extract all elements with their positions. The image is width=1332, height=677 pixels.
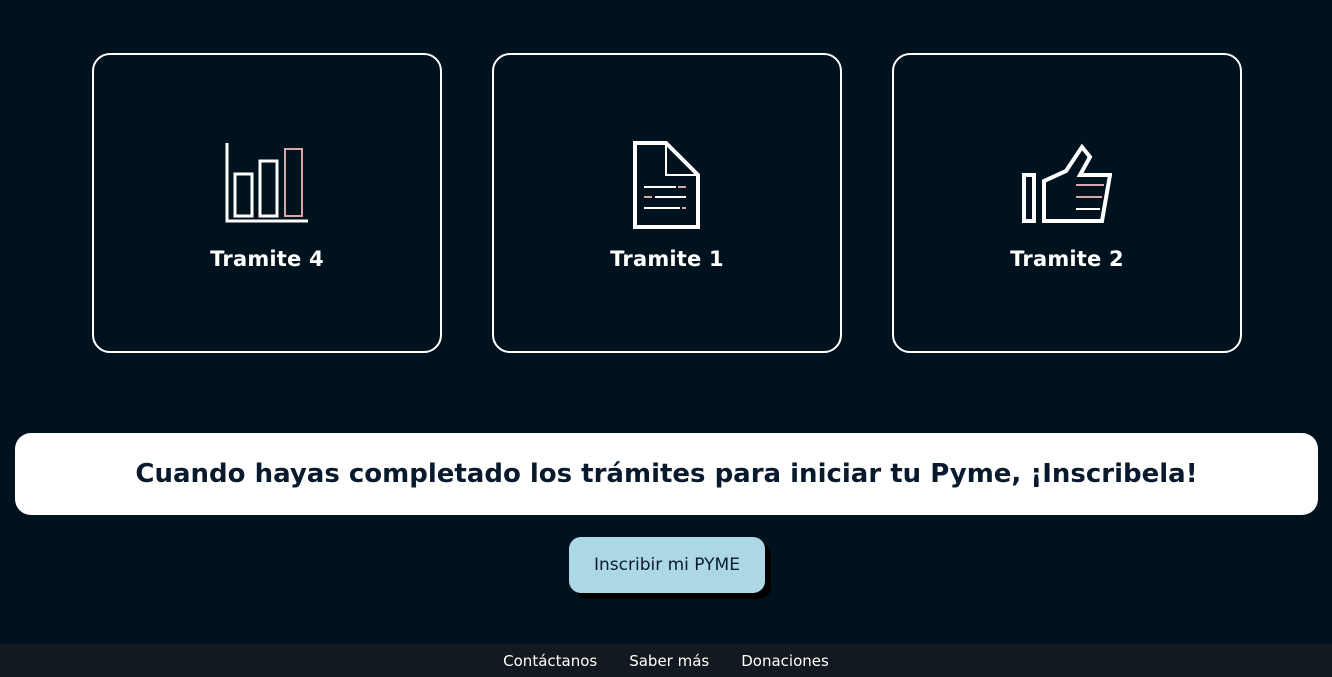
banner-text: Cuando hayas completado los trámites par…	[135, 459, 1198, 489]
tramite-card-4[interactable]: Tramite 4	[92, 53, 442, 353]
card-label: Tramite 2	[1010, 247, 1124, 271]
thumbs-up-icon	[1022, 141, 1112, 231]
document-icon	[622, 141, 712, 231]
tramite-card-1[interactable]: Tramite 1	[492, 53, 842, 353]
card-label: Tramite 4	[210, 247, 324, 271]
register-pyme-button[interactable]: Inscribir mi PYME	[569, 537, 765, 593]
tramite-card-2[interactable]: Tramite 2	[892, 53, 1242, 353]
bar-chart-icon	[222, 141, 312, 231]
footer-link-learn-more[interactable]: Saber más	[629, 652, 709, 670]
registration-banner: Cuando hayas completado los trámites par…	[15, 433, 1318, 515]
footer-link-contact[interactable]: Contáctanos	[503, 652, 597, 670]
card-label: Tramite 1	[610, 247, 724, 271]
page: Tramite 4 Tramite 1 Tramite 2 Cuando hay…	[0, 0, 1332, 677]
footer-link-donations[interactable]: Donaciones	[741, 652, 829, 670]
footer: Contáctanos Saber más Donaciones	[0, 644, 1332, 677]
